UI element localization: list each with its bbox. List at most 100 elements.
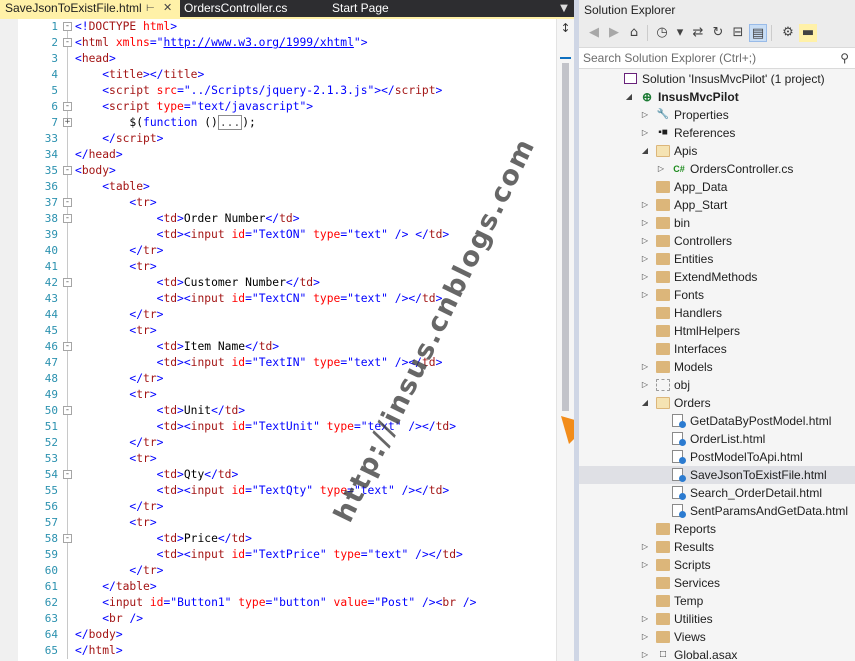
close-icon[interactable]: ✕ <box>163 0 172 17</box>
code-line[interactable]: </script> <box>75 131 163 147</box>
code-line[interactable]: <td><input id="TextPrice" type="text" />… <box>75 547 463 563</box>
chevron-right-icon[interactable]: ▷ <box>640 268 650 286</box>
chevron-right-icon[interactable]: ▷ <box>640 376 650 394</box>
search-input[interactable]: Search Solution Explorer (Ctrl+;) ⚲ <box>579 47 855 69</box>
tree-item[interactable]: ▷ Entities <box>579 250 855 268</box>
tree-item[interactable]: GetDataByPostModel.html <box>579 412 855 430</box>
back-icon[interactable]: ◀ <box>585 24 603 42</box>
collapse-icon[interactable]: ⊟ <box>729 24 747 42</box>
chevron-right-icon[interactable]: ▷ <box>640 232 650 250</box>
chevron-down-icon[interactable]: ▾ <box>671 24 689 42</box>
code-line[interactable]: <td>Order Number</td> <box>75 211 300 227</box>
vertical-scrollbar[interactable]: ↕ <box>556 19 574 661</box>
code-line[interactable]: <td><input id="TextUnit" type="text" /><… <box>75 419 456 435</box>
collapse-outline-icon[interactable]: - <box>63 534 72 543</box>
tab-start-page[interactable]: Start Page <box>330 0 480 17</box>
code-line[interactable]: <tr> <box>75 451 156 467</box>
tree-item[interactable]: Solution 'InsusMvcPilot' (1 project) <box>579 70 855 88</box>
code-line[interactable]: <td><input id="TextON" type="text" /> </… <box>75 227 450 243</box>
tree-item[interactable]: Temp <box>579 592 855 610</box>
chevron-down-icon[interactable]: ◢ <box>640 394 650 412</box>
chevron-right-icon[interactable]: ▷ <box>640 286 650 304</box>
scrollbar-thumb[interactable] <box>562 63 569 411</box>
code-line[interactable]: <tr> <box>75 387 156 403</box>
chevron-right-icon[interactable]: ▷ <box>640 250 650 268</box>
tree-item[interactable]: ◢ ⊕ InsusMvcPilot <box>579 88 855 106</box>
code-line[interactable]: <script type="text/javascript"> <box>75 99 313 115</box>
collapse-outline-icon[interactable]: - <box>63 278 72 287</box>
tree-item[interactable]: Services <box>579 574 855 592</box>
code-line[interactable]: </tr> <box>75 435 163 451</box>
code-line[interactable]: <td>Qty</td> <box>75 467 239 483</box>
code-line[interactable]: <tr> <box>75 515 156 531</box>
code-line[interactable]: <head> <box>75 51 116 67</box>
code-line[interactable]: </body> <box>75 627 123 643</box>
code-editor[interactable]: SaveJsonToExistFile.html ⊢ ✕ OrdersContr… <box>0 0 574 661</box>
collapse-outline-icon[interactable]: - <box>63 166 72 175</box>
expand-outline-icon[interactable]: + <box>63 118 72 127</box>
tree-item[interactable]: PostModelToApi.html <box>579 448 855 466</box>
code-line[interactable]: <td>Price</td> <box>75 531 252 547</box>
tree-item[interactable]: ▷ ExtendMethods <box>579 268 855 286</box>
tree-item[interactable]: ▷ Controllers <box>579 232 855 250</box>
tree-item[interactable]: ▷ 🔧 Properties <box>579 106 855 124</box>
chevron-right-icon[interactable]: ▷ <box>640 538 650 556</box>
properties-icon[interactable]: ⚙ <box>779 24 797 42</box>
code-line[interactable]: <input id="Button1" type="button" value=… <box>75 595 476 611</box>
code-line[interactable]: </html> <box>75 643 123 659</box>
code-line[interactable]: <td><input id="TextCN" type="text" /></t… <box>75 291 443 307</box>
chevron-down-icon[interactable]: ◢ <box>640 142 650 160</box>
pin-icon[interactable]: ▬ <box>799 24 817 42</box>
tree-item[interactable]: Search_OrderDetail.html <box>579 484 855 502</box>
code-line[interactable]: <td>Unit</td> <box>75 403 245 419</box>
chevron-right-icon[interactable]: ▷ <box>640 214 650 232</box>
code-line[interactable]: <tr> <box>75 259 156 275</box>
tree-item[interactable]: ▷ Fonts <box>579 286 855 304</box>
chevron-down-icon[interactable]: ▼ <box>554 0 574 17</box>
chevron-right-icon[interactable]: ▷ <box>640 124 650 142</box>
home-icon[interactable]: ⌂ <box>625 24 643 42</box>
code-line[interactable]: </head> <box>75 147 123 163</box>
code-line[interactable]: </tr> <box>75 243 163 259</box>
chevron-right-icon[interactable]: ▷ <box>640 646 650 661</box>
show-all-files-icon[interactable]: ▤ <box>749 24 767 42</box>
code-line[interactable]: </tr> <box>75 371 163 387</box>
code-line[interactable]: </table> <box>75 579 156 595</box>
code-line[interactable]: <tr> <box>75 195 156 211</box>
code-line[interactable]: <td>Customer Number</td> <box>75 275 320 291</box>
tree-item[interactable]: ▷ Utilities <box>579 610 855 628</box>
chevron-right-icon[interactable]: ▷ <box>640 196 650 214</box>
tree-item[interactable]: ▷ obj <box>579 376 855 394</box>
chevron-down-icon[interactable]: ◢ <box>624 88 634 106</box>
code-line[interactable]: <td><input id="TextQty" type="text" /></… <box>75 483 450 499</box>
tree-item[interactable]: SentParamsAndGetData.html <box>579 502 855 520</box>
pin-icon[interactable]: ⊢ <box>146 0 155 17</box>
code-line[interactable]: <script src="../Scripts/jquery-2.1.3.js"… <box>75 83 442 99</box>
history-icon[interactable]: ◷ <box>653 24 671 42</box>
tree-item[interactable]: ▷ □ Global.asax <box>579 646 855 661</box>
tree-item[interactable]: ▷ Models <box>579 358 855 376</box>
collapse-outline-icon[interactable]: - <box>63 406 72 415</box>
code-line[interactable]: <td>Item Name</td> <box>75 339 279 355</box>
tree-item[interactable]: ▷ C# OrdersController.cs <box>579 160 855 178</box>
refresh-icon[interactable]: ↻ <box>709 24 727 42</box>
chevron-right-icon[interactable]: ▷ <box>640 106 650 124</box>
tree-item[interactable]: ▷ ▪■ References <box>579 124 855 142</box>
tree-item[interactable]: Handlers <box>579 304 855 322</box>
code-line[interactable]: <table> <box>75 179 150 195</box>
sync-icon[interactable]: ⇄ <box>689 24 707 42</box>
tree-item[interactable]: ▷ App_Start <box>579 196 855 214</box>
code-line[interactable]: </tr> <box>75 307 163 323</box>
chevron-right-icon[interactable]: ▷ <box>640 610 650 628</box>
tree-item[interactable]: ▷ Results <box>579 538 855 556</box>
code-text-area[interactable]: 1 2 3 4 5 6 7 33 34 35 36 37 38 39 40 41 42 43 44 45 46 47 48 4… <box>0 19 556 661</box>
collapse-outline-icon[interactable]: - <box>63 470 72 479</box>
chevron-right-icon[interactable]: ▷ <box>656 160 666 178</box>
tree-item[interactable]: ▷ Views <box>579 628 855 646</box>
code-line[interactable]: <title></title> <box>75 67 204 83</box>
collapse-outline-icon[interactable]: - <box>63 198 72 207</box>
tree-item[interactable]: App_Data <box>579 178 855 196</box>
tree-item[interactable]: ◢ Apis <box>579 142 855 160</box>
tab-orders-controller[interactable]: OrdersController.cs <box>180 0 330 17</box>
tree-item[interactable]: ▷ bin <box>579 214 855 232</box>
